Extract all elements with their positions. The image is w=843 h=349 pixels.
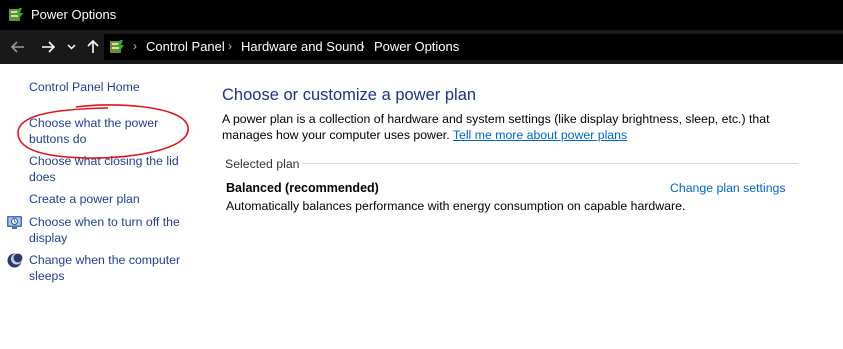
power-options-icon — [9, 8, 23, 22]
section-divider — [302, 163, 798, 164]
selected-plan-label: Selected plan — [225, 157, 300, 171]
breadcrumb-separator: › — [133, 39, 137, 53]
sleep-moon-icon — [7, 253, 23, 268]
breadcrumb-control-panel[interactable]: Control Panel — [146, 39, 225, 54]
sidebar-item-create-power-plan[interactable]: Create a power plan — [29, 192, 140, 208]
sidebar-item-computer-sleeps[interactable]: Change when the computer sleeps — [29, 253, 180, 284]
breadcrumb-power-options[interactable]: Power Options — [374, 39, 459, 54]
page-title: Choose or customize a power plan — [222, 86, 477, 104]
chevron-down-icon — [66, 44, 76, 50]
window-title: Power Options — [31, 7, 117, 22]
control-panel-icon — [110, 40, 124, 54]
learn-more-link[interactable]: Tell me more about power plans — [453, 128, 627, 142]
plan-description: Automatically balances performance with … — [226, 199, 686, 213]
title-bar: Power Options — [0, 0, 843, 30]
breadcrumb-separator: › — [361, 39, 365, 53]
arrow-right-icon — [42, 41, 55, 53]
arrow-left-icon — [11, 41, 24, 53]
display-icon — [7, 216, 22, 229]
arrow-up-icon — [87, 40, 99, 53]
annotation-circle — [17, 104, 189, 159]
change-plan-settings-link[interactable]: Change plan settings — [670, 181, 786, 195]
breadcrumb-separator: › — [228, 39, 232, 53]
address-bar: › Control Panel › Hardware and Sound › P… — [0, 30, 843, 64]
page-description: A power plan is a collection of hardware… — [222, 112, 822, 143]
breadcrumb-hardware-and-sound[interactable]: Hardware and Sound — [241, 39, 364, 54]
up-button[interactable] — [83, 37, 103, 57]
sidebar-item-control-panel-home[interactable]: Control Panel Home — [29, 80, 140, 96]
sidebar-item-turn-off-display[interactable]: Choose when to turn off the display — [29, 215, 180, 246]
forward-button[interactable] — [38, 37, 58, 57]
back-button[interactable] — [8, 37, 28, 57]
breadcrumb[interactable]: › Control Panel › Hardware and Sound › P… — [104, 34, 843, 60]
recent-locations-button[interactable] — [63, 37, 79, 57]
plan-name: Balanced (recommended) — [226, 181, 379, 195]
